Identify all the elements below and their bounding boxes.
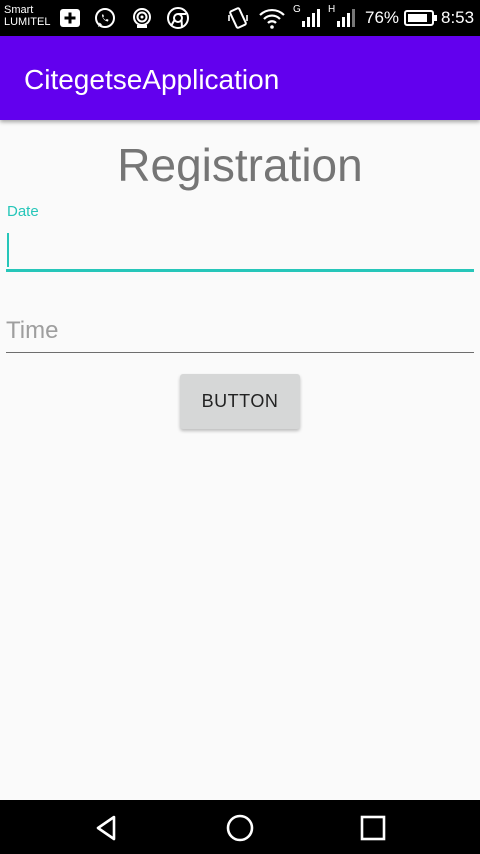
add-notification-icon: [60, 9, 80, 27]
time-field[interactable]: [6, 310, 474, 353]
date-field-label: Date: [7, 203, 39, 220]
carrier-line-2: LUMITEL: [4, 16, 51, 28]
home-icon[interactable]: [224, 812, 256, 844]
vibrate-icon: [228, 7, 248, 29]
date-field[interactable]: [6, 226, 474, 272]
radar-icon: [133, 8, 151, 28]
signal-strength-2-icon: [337, 9, 355, 27]
app-bar: CitegetseApplication: [0, 36, 480, 120]
page-title: Registration: [117, 139, 363, 191]
navigation-bar: [0, 800, 480, 854]
status-bar: Smart LUMITEL G H 76% 8:53: [0, 0, 480, 36]
carrier-name: Smart LUMITEL: [4, 4, 50, 28]
battery-icon: [404, 10, 437, 26]
wifi-icon: [259, 8, 285, 29]
recents-icon[interactable]: [357, 812, 389, 844]
whatsapp-icon: [95, 8, 115, 28]
app-title: CitegetseApplication: [24, 64, 280, 95]
clock: 8:53: [441, 8, 475, 27]
chrome-icon: [167, 7, 189, 29]
carrier-line-1: Smart: [4, 4, 34, 16]
text-cursor: [7, 233, 9, 267]
signal-strength-icon: [302, 9, 320, 27]
battery-percent: 76%: [365, 8, 400, 27]
back-icon[interactable]: [90, 812, 122, 844]
submit-button[interactable]: BUTTON: [180, 374, 300, 429]
